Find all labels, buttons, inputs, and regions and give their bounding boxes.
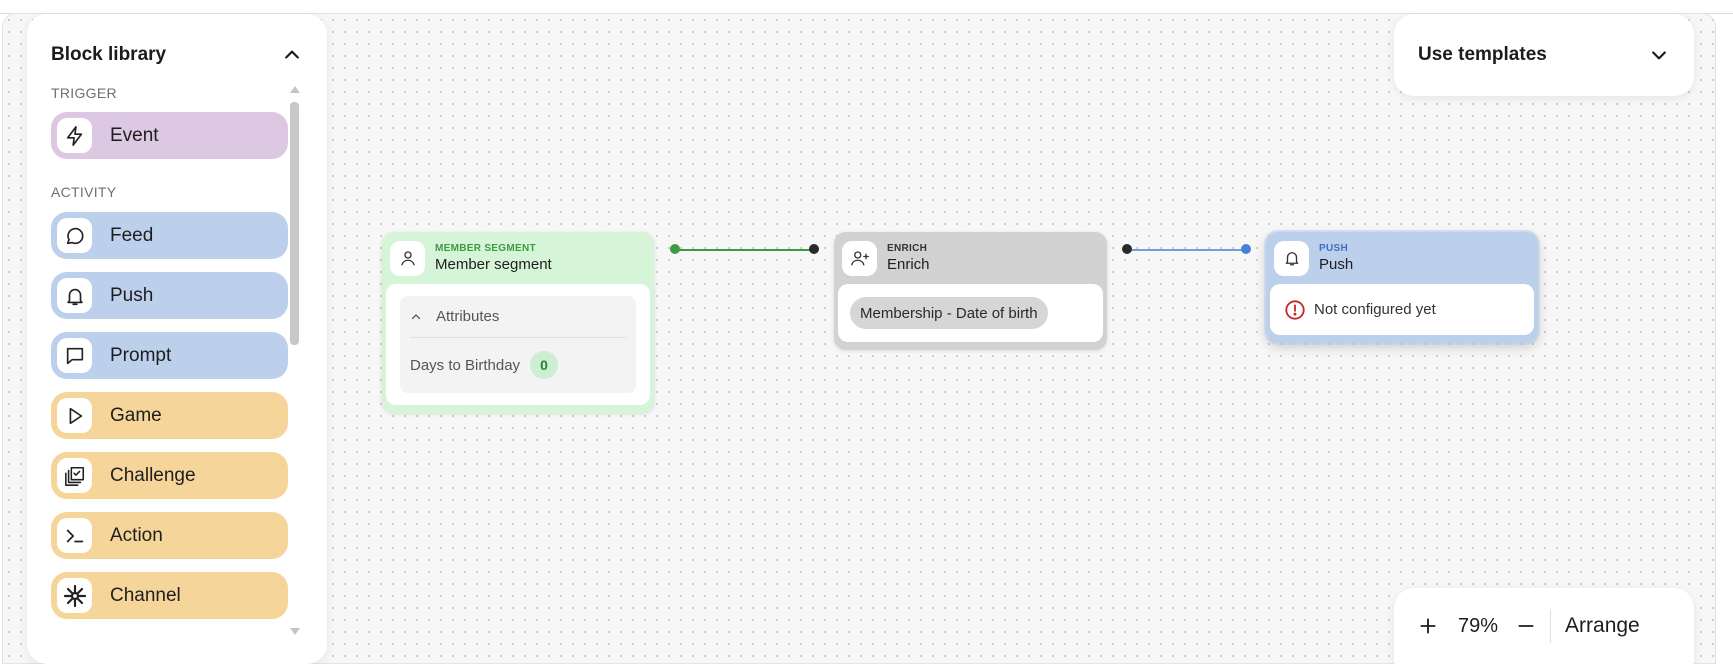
connector-end-dot[interactable] [809,244,819,254]
library-item-label: Channel [110,584,181,606]
lightning-icon [57,118,92,153]
asterisk-icon [57,578,92,613]
connector-enrich-to-push [1129,249,1247,251]
attributes-label: Attributes [436,308,500,325]
node-title: Enrich [887,256,930,273]
node-status-text: Not configured yet [1314,301,1436,318]
scroll-down-arrow[interactable] [290,628,300,635]
attributes-toggle[interactable]: Attributes [410,296,626,338]
chevron-down-icon [1648,44,1670,66]
attribute-value-badge: 0 [530,351,559,379]
arrange-button[interactable]: Arrange [1565,614,1640,638]
section-label-activity: ACTIVITY [51,184,117,200]
alert-circle-icon [1284,299,1306,321]
library-item-channel[interactable]: Channel [51,572,288,619]
library-item-action[interactable]: Action [51,512,288,559]
flow-node-enrich[interactable]: ENRICH Enrich Membership - Date of birth [834,232,1107,350]
library-item-label: Feed [110,224,154,246]
checklist-icon [57,458,92,493]
node-body: Membership - Date of birth [838,284,1103,342]
terminal-icon [57,518,92,553]
library-item-game[interactable]: Game [51,392,288,439]
library-item-label: Game [110,404,162,426]
section-label-trigger: TRIGGER [51,85,117,101]
enrich-attribute-tag: Membership - Date of birth [850,297,1048,329]
user-plus-icon [842,240,877,276]
connector-end-dot[interactable] [1241,244,1251,254]
flow-node-push[interactable]: PUSH Push Not configured yet [1266,232,1538,343]
zoom-controls: 79% Arrange [1394,588,1694,664]
library-item-label: Event [110,124,159,146]
zoom-in-button[interactable] [1414,612,1442,640]
library-item-label: Prompt [110,344,172,366]
chevron-up-icon[interactable] [281,44,303,66]
zoom-divider [1550,609,1552,643]
library-item-prompt[interactable]: Prompt [51,332,288,379]
chat-bubble-icon [57,218,92,253]
node-header: PUSH Push [1266,232,1538,284]
library-item-label: Action [110,524,163,546]
use-templates-label: Use templates [1418,44,1547,65]
bell-icon [57,278,92,313]
node-type-label: ENRICH [887,243,928,254]
library-item-label: Challenge [110,464,196,486]
library-item-label: Push [110,284,154,306]
user-icon [390,240,425,276]
zoom-level: 79% [1458,614,1499,637]
scroll-up-arrow[interactable] [290,86,300,93]
block-library-title: Block library [51,44,167,65]
connector-start-dot[interactable] [1122,244,1132,254]
library-item-event[interactable]: Event [51,112,288,159]
play-icon [57,398,92,433]
flow-node-member-segment[interactable]: MEMBER SEGMENT Member segment Attributes… [382,232,654,413]
attribute-name: Days to Birthday [410,356,521,374]
bell-icon [1274,240,1309,276]
message-square-icon [57,338,92,373]
library-item-feed[interactable]: Feed [51,212,288,259]
node-body: Attributes Days to Birthday 0 [386,284,650,405]
node-title: Push [1319,256,1354,273]
connector-segment-to-enrich [677,249,814,251]
node-type-label: MEMBER SEGMENT [435,243,536,254]
library-scrollbar-thumb[interactable] [290,102,299,345]
block-library-header: Block library [51,42,303,68]
attributes-panel: Attributes Days to Birthday 0 [400,296,636,393]
node-header: ENRICH Enrich [834,232,1107,284]
node-body: Not configured yet [1270,284,1534,335]
library-item-challenge[interactable]: Challenge [51,452,288,499]
use-templates-dropdown[interactable]: Use templates [1394,14,1694,96]
node-header: MEMBER SEGMENT Member segment [382,232,654,284]
connector-start-dot[interactable] [670,244,680,254]
library-item-push[interactable]: Push [51,272,288,319]
node-title: Member segment [435,256,552,273]
attribute-row: Days to Birthday 0 [410,338,626,392]
chevron-up-icon [410,311,426,323]
zoom-out-button[interactable] [1512,612,1540,640]
node-type-label: PUSH [1319,243,1348,254]
